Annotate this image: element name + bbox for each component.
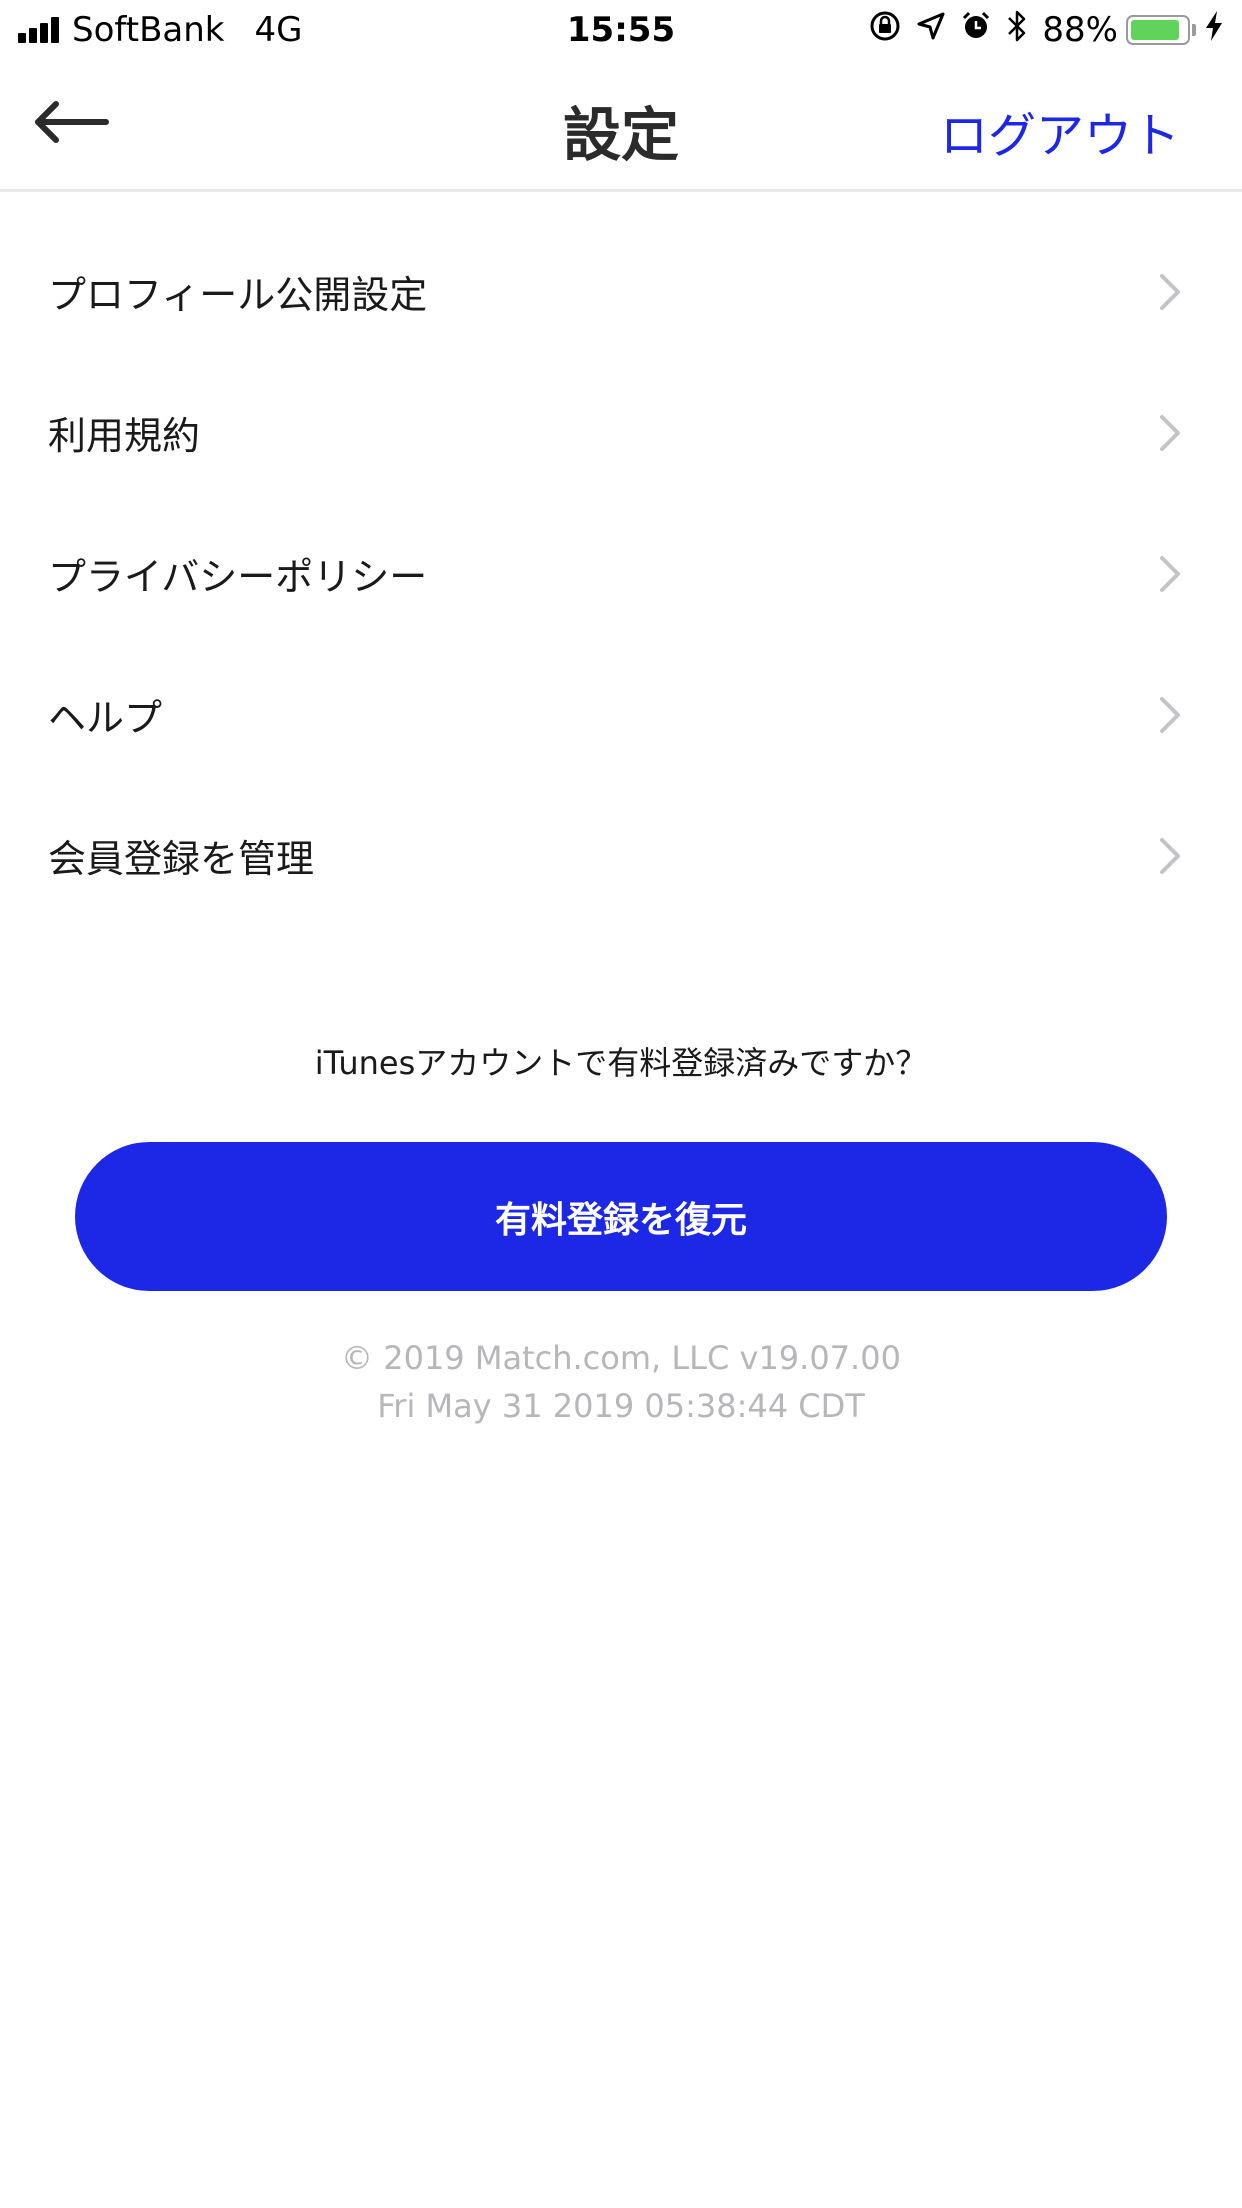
menu-item-terms-of-use[interactable]: 利用規約 — [0, 363, 1242, 504]
menu-item-label: プロフィール公開設定 — [48, 273, 428, 317]
chevron-right-icon — [1160, 838, 1180, 874]
chevron-right-icon — [1160, 556, 1180, 592]
build-date-text: Fri May 31 2019 05:38:44 CDT — [377, 1387, 865, 1425]
copyright-version-text: © 2019 Match.com, LLC v19.07.00 — [341, 1339, 901, 1377]
chevron-right-icon — [1160, 274, 1180, 310]
navigation-bar: 設定 ログアウト — [0, 60, 1242, 192]
battery-level-fill — [1131, 20, 1179, 40]
alarm-icon — [960, 10, 992, 50]
battery-icon — [1126, 15, 1190, 45]
menu-item-label: プライバシーポリシー — [48, 555, 428, 599]
charging-bolt-icon — [1204, 10, 1224, 50]
menu-item-label: 会員登録を管理 — [48, 837, 315, 881]
menu-item-help[interactable]: ヘルプ — [0, 645, 1242, 786]
chevron-right-icon — [1160, 415, 1180, 451]
battery-percentage: 88% — [1042, 10, 1118, 50]
itunes-subscription-question: iTunesアカウントで有料登録済みですか？ — [314, 1044, 928, 1082]
menu-item-privacy-policy[interactable]: プライバシーポリシー — [0, 504, 1242, 645]
footer: © 2019 Match.com, LLC v19.07.00 Fri May … — [0, 1334, 1242, 1430]
menu-item-label: ヘルプ — [48, 696, 163, 740]
location-arrow-icon — [916, 11, 946, 49]
orientation-lock-icon — [868, 9, 902, 51]
menu-item-profile-visibility[interactable]: プロフィール公開設定 — [0, 222, 1242, 363]
status-right: 88% — [854, 8, 1224, 52]
restore-subscription-button[interactable]: 有料登録を復元 — [75, 1142, 1167, 1291]
bluetooth-icon — [1006, 9, 1028, 51]
menu-item-label: 利用規約 — [48, 414, 201, 458]
battery-cap — [1192, 24, 1196, 36]
menu-item-manage-membership[interactable]: 会員登録を管理 — [0, 786, 1242, 927]
logout-button[interactable]: ログアウト — [940, 96, 1180, 166]
chevron-right-icon — [1160, 697, 1180, 733]
settings-menu: プロフィール公開設定 利用規約 プライバシーポリシー ヘルプ 会員登録を管理 — [0, 222, 1242, 927]
status-bar: SoftBank 4G 15:55 88% — [0, 0, 1242, 60]
